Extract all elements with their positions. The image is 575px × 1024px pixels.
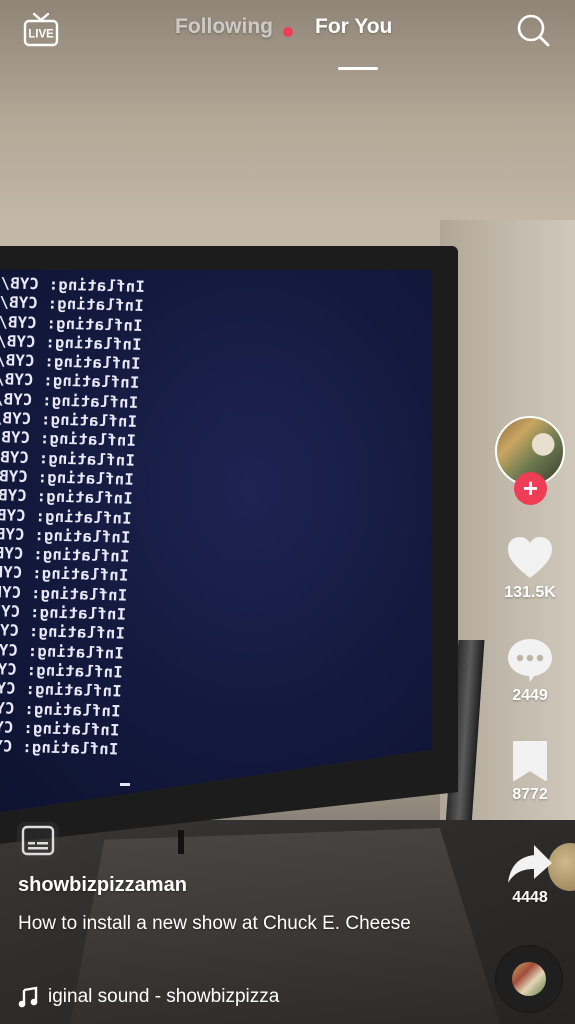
video-player[interactable]: Inflating: CYB/DIAG32.CEC Inflating: CYB/… — [0, 0, 575, 1024]
video-caption: How to install a new show at Chuck E. Ch… — [18, 913, 411, 934]
sound-disc-artwork — [512, 962, 546, 996]
like-button[interactable]: 131.5K — [495, 536, 565, 602]
monitor-screen: Inflating: CYB/DIAG32.CEC Inflating: CYB/… — [0, 270, 432, 815]
comment-icon — [508, 639, 552, 682]
comment-button[interactable]: 2449 — [495, 637, 565, 705]
like-count: 131.5K — [504, 584, 556, 601]
sound-title: iginal sound - showbizpizza — [48, 986, 280, 1007]
tab-for-you[interactable]: For You — [315, 15, 392, 39]
bookmark-count: 8772 — [512, 786, 548, 803]
share-count: 4448 — [512, 889, 548, 906]
svg-text:LIVE: LIVE — [28, 29, 54, 41]
heart-icon — [508, 537, 552, 578]
follow-button[interactable]: + — [514, 472, 547, 505]
top-bar: LIVE Following For You — [0, 0, 575, 70]
sound-disc[interactable] — [496, 946, 562, 1012]
bookmark-icon — [513, 741, 547, 781]
comment-count: 2449 — [512, 687, 548, 704]
share-icon — [508, 845, 552, 883]
captions-icon — [21, 825, 55, 856]
live-icon[interactable]: LIVE — [22, 12, 60, 48]
sound-link[interactable]: iginal sound - showbizpizza — [18, 986, 279, 1008]
monitor-terminal-output: Inflating: CYB/DIAG32.CEC Inflating: CYB/… — [0, 271, 145, 760]
search-icon[interactable] — [515, 12, 551, 48]
captions-button[interactable] — [17, 822, 59, 860]
bookmark-button[interactable]: 8772 — [495, 740, 565, 804]
share-button[interactable]: 4448 — [495, 843, 565, 907]
post-info: showbizpizzaman How to install a new sho… — [18, 874, 458, 939]
tab-following[interactable]: Following — [175, 15, 273, 39]
music-note-icon — [18, 986, 38, 1008]
active-tab-indicator — [338, 67, 378, 70]
notification-dot — [283, 27, 293, 37]
creator-username[interactable]: showbizpizzaman — [18, 874, 458, 897]
monitor-stand — [178, 830, 184, 854]
terminal-cursor — [120, 783, 130, 786]
